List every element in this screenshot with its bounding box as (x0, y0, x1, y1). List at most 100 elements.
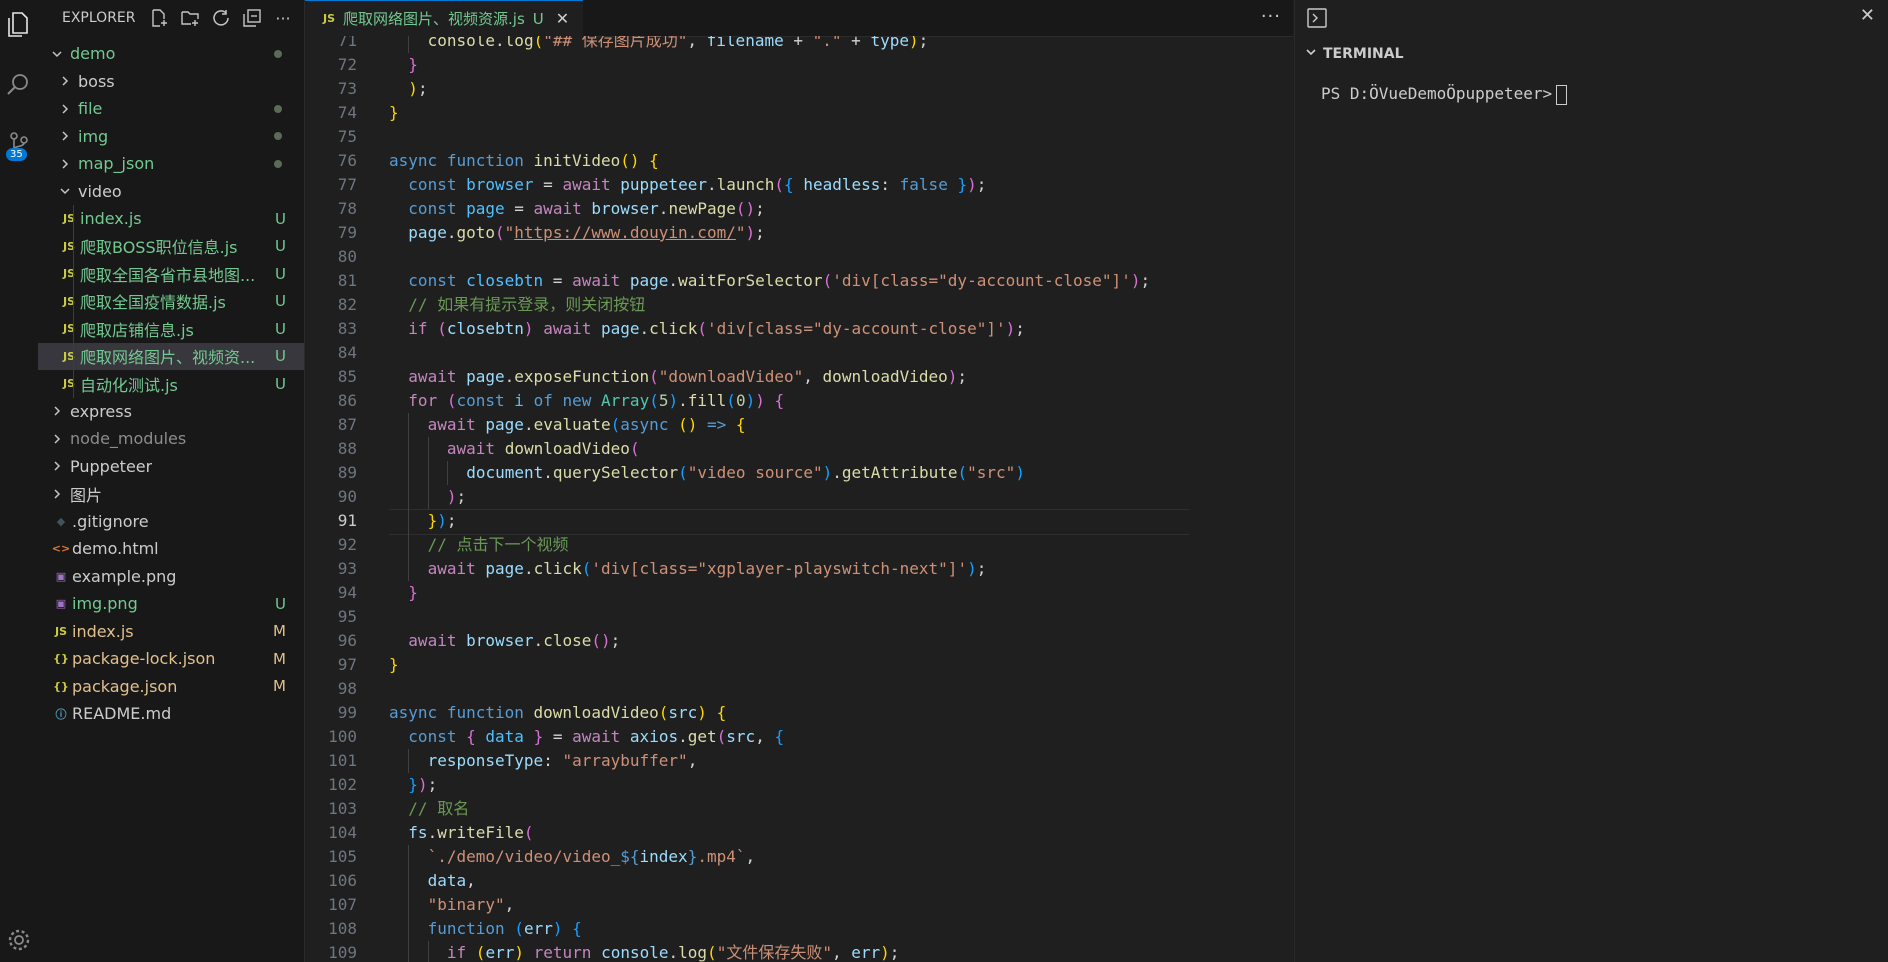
code-token: ) (967, 175, 977, 194)
editor-more-actions-icon[interactable]: ··· (1261, 6, 1281, 27)
terminal-title: TERMINAL (1323, 46, 1404, 62)
tree-file[interactable]: JS index.js U (38, 205, 304, 233)
tree-file[interactable]: JS 爬取BOSS职位信息.js U (38, 233, 304, 261)
indent-guide (427, 461, 429, 485)
code-token: function (427, 919, 505, 938)
code-token: ) (514, 943, 524, 962)
code-token: ) (408, 79, 418, 98)
code-token: , (687, 36, 707, 50)
collapse-all-icon[interactable] (241, 7, 263, 29)
code-token: page (629, 271, 669, 290)
code-line: 94} (305, 581, 1185, 605)
tree-item-label: img (78, 126, 109, 146)
tree-folder[interactable]: img (38, 123, 304, 151)
tree-file[interactable]: <> demo.html (38, 535, 304, 563)
explorer-sidebar: EXPLORER ··· demo boss file img map_json vide… (38, 0, 305, 962)
close-panel-icon[interactable]: ✕ (1860, 5, 1875, 26)
tree-file[interactable]: ◆ .gitignore (38, 508, 304, 536)
code-token: await (562, 175, 611, 194)
new-folder-icon[interactable] (179, 7, 201, 29)
code-line: 75 (305, 125, 1185, 149)
code-line: 104 fs.writeFile( (305, 821, 1185, 845)
code-line: 89 document.querySelector("video source")… (305, 461, 1185, 485)
line-number: 71 (337, 36, 357, 50)
code-token: "文件保存失败" (716, 943, 832, 962)
tree-folder[interactable]: express (38, 398, 304, 426)
tree-folder[interactable]: boss (38, 68, 304, 96)
tree-file[interactable]: JS 爬取全国各省市县地图... U (38, 260, 304, 288)
code-token: ( (649, 391, 659, 410)
new-file-icon[interactable] (148, 7, 170, 29)
tree-item-label: 爬取BOSS职位信息.js (80, 238, 238, 258)
explorer-icon[interactable] (0, 4, 38, 44)
refresh-icon[interactable] (210, 7, 232, 29)
tree-folder[interactable]: 图片 (38, 480, 304, 508)
tree-file[interactable]: {} package.json M (38, 673, 304, 701)
tree-file[interactable]: JS 爬取网络图片、视频资... U (38, 342, 304, 370)
code-token: { (466, 727, 476, 746)
tree-folder[interactable]: video (38, 178, 304, 206)
code-token: ; (976, 175, 987, 194)
code-token: const (408, 199, 457, 218)
tree-file[interactable]: ⓘ README.md (38, 700, 304, 728)
code-text: await downloadVideo( (447, 437, 640, 461)
code-token: . (523, 559, 534, 578)
terminal-icon[interactable] (1307, 8, 1327, 32)
tree-file[interactable]: ▣ example.png (38, 563, 304, 591)
line-number: 76 (337, 151, 357, 170)
more-actions-icon[interactable]: ··· (272, 7, 294, 29)
code-token: ( (697, 319, 707, 338)
code-line: 102}); (305, 773, 1185, 797)
code-token: ) (908, 36, 919, 50)
line-number: 101 (328, 751, 357, 770)
line-number: 97 (337, 655, 357, 674)
tree-item-label: img.png (72, 594, 138, 614)
code-token: . (533, 631, 544, 650)
indent-guide (408, 557, 410, 581)
terminal-output[interactable]: PS D:ÖVueDemoÖpuppeteer> (1295, 72, 1888, 117)
code-token: ( (678, 463, 688, 482)
code-token: { (649, 151, 659, 170)
image-file-icon: ▣ (55, 569, 67, 583)
explorer-title: EXPLORER (62, 10, 136, 26)
code-token: log (678, 943, 708, 962)
code-token: ) (1005, 319, 1016, 338)
code-token: { (774, 727, 785, 746)
code-token: page (485, 415, 524, 434)
settings-gear-icon[interactable] (0, 920, 38, 960)
code-token: "video source" (687, 463, 823, 482)
tree-item-label: 自动化测试.js (80, 375, 178, 395)
tree-folder[interactable]: demo (38, 40, 304, 68)
search-icon[interactable] (0, 64, 38, 104)
tree-file[interactable]: JS 爬取店铺信息.js U (38, 315, 304, 343)
terminal-section-header[interactable]: TERMINAL (1295, 36, 1888, 72)
code-token: ( (437, 319, 447, 338)
tree-file[interactable]: JS 爬取全国疫情数据.js U (38, 288, 304, 316)
code-line: 106 data, (305, 869, 1185, 893)
editor-tab[interactable]: JS 爬取网络图片、视频资源.js U ✕ (305, 0, 584, 37)
code-token: await (543, 319, 592, 338)
code-text: async function initVideo() { (389, 149, 659, 173)
js-file-icon: JS (62, 377, 75, 391)
tree-folder[interactable]: Puppeteer (38, 453, 304, 481)
code-token: page (408, 223, 447, 242)
tree-file[interactable]: JS index.js M (38, 618, 304, 646)
tree-folder[interactable]: node_modules (38, 425, 304, 453)
info-file-icon: ⓘ (55, 707, 67, 721)
code-line: 99 async function downloadVideo(src) { (305, 701, 1185, 725)
code-token: ; (446, 511, 457, 530)
code-view[interactable]: 71 console.log("## 保存图片成功", filename + ".… (305, 36, 1293, 962)
code-token: , (803, 367, 823, 386)
tree-file[interactable]: JS 自动化测试.js U (38, 370, 304, 398)
tree-file[interactable]: ▣ img.png U (38, 590, 304, 618)
tree-folder[interactable]: file (38, 95, 304, 123)
code-token: + (841, 36, 871, 50)
close-tab-icon[interactable]: ✕ (556, 9, 569, 28)
code-token: const (408, 175, 457, 194)
code-token: async (389, 703, 438, 722)
tree-folder[interactable]: map_json (38, 150, 304, 178)
tree-file[interactable]: {} package-lock.json M (38, 645, 304, 673)
